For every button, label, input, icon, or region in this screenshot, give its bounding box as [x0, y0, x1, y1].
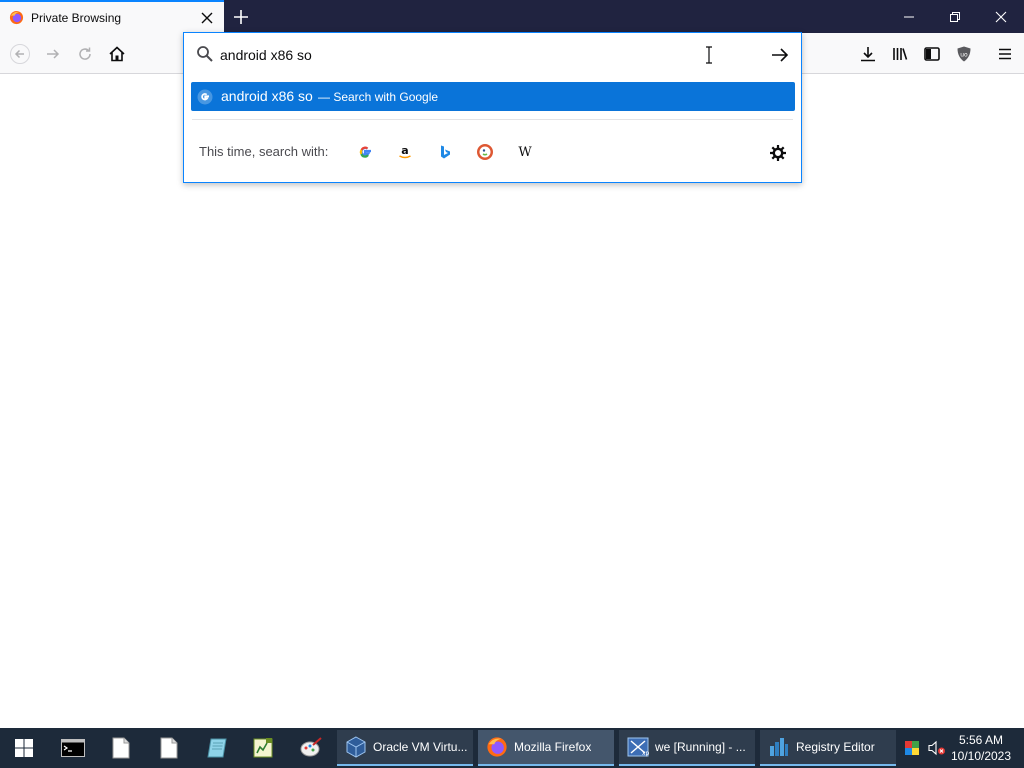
- search-suggestion-row[interactable]: android x86 so — Search with Google: [191, 82, 795, 111]
- minimize-button[interactable]: [886, 0, 932, 33]
- spreadsheet-tool-icon: [253, 738, 273, 758]
- search-settings-button[interactable]: [767, 142, 789, 164]
- restore-icon: [950, 11, 960, 22]
- suggestion-action: — Search with Google: [318, 90, 439, 104]
- taskbar-paint[interactable]: [287, 728, 335, 768]
- engine-duckduckgo-button[interactable]: [475, 142, 495, 162]
- task-label: Mozilla Firefox: [514, 740, 592, 754]
- sidebar-button[interactable]: [917, 39, 947, 69]
- download-icon: [861, 47, 875, 62]
- restore-button[interactable]: [932, 0, 978, 33]
- svg-text:uo: uo: [960, 52, 968, 59]
- clock-date: 10/10/2023: [950, 749, 1012, 763]
- search-with-label: This time, search with:: [199, 144, 329, 159]
- engine-google-button[interactable]: [355, 142, 375, 162]
- firefox-icon: [9, 10, 24, 25]
- close-tab-icon[interactable]: [199, 10, 215, 26]
- minimize-icon: [904, 16, 914, 17]
- google-icon: [359, 146, 371, 158]
- taskbar-tool[interactable]: [239, 728, 287, 768]
- volume-muted-icon: [928, 740, 945, 756]
- back-button[interactable]: [5, 39, 35, 69]
- search-icon: [197, 46, 213, 62]
- system-clock[interactable]: 5:56 AM 10/10/2023: [946, 732, 1016, 764]
- paint-icon: [300, 737, 322, 757]
- taskbar-file-2[interactable]: [145, 728, 193, 768]
- forward-arrow-icon: [47, 49, 60, 59]
- wikipedia-icon: W: [518, 145, 532, 160]
- task-label: Registry Editor: [796, 740, 875, 754]
- task-label: we [Running] - ...: [655, 740, 746, 754]
- new-tab-icon[interactable]: [230, 6, 252, 28]
- go-arrow-icon: [772, 48, 789, 62]
- virtualbox-icon: [346, 736, 366, 758]
- taskbar-task-registry-editor[interactable]: Registry Editor: [760, 730, 896, 766]
- bing-icon: [441, 145, 450, 159]
- urlbar-popup: android x86 so — Search with Google This…: [183, 32, 802, 183]
- suggestion-query: android x86 so: [221, 88, 313, 104]
- duckduckgo-icon: [477, 144, 493, 160]
- go-button[interactable]: [767, 43, 793, 67]
- clock-time: 5:56 AM: [958, 733, 1004, 747]
- home-button[interactable]: [102, 39, 132, 69]
- library-button[interactable]: [885, 39, 915, 69]
- document-icon: [112, 737, 130, 759]
- reload-icon: [79, 47, 91, 60]
- svg-text:a: a: [401, 144, 408, 157]
- registry-editor-icon: [770, 738, 788, 756]
- home-icon: [109, 46, 125, 62]
- library-icon: [893, 48, 908, 60]
- close-icon: [995, 11, 1007, 22]
- google-icon: [197, 89, 213, 105]
- ublock-shield-icon: uo: [957, 46, 971, 62]
- downloads-button[interactable]: [853, 39, 883, 69]
- document-icon: [160, 737, 178, 759]
- forward-button[interactable]: [38, 39, 68, 69]
- taskbar-file-1[interactable]: [97, 728, 145, 768]
- taskbar-cmd[interactable]: [49, 728, 97, 768]
- firefox-icon: [487, 737, 507, 757]
- tray-color-app[interactable]: [899, 728, 925, 768]
- taskbar-task-firefox[interactable]: Mozilla Firefox: [478, 730, 614, 766]
- engine-amazon-button[interactable]: a: [395, 142, 415, 162]
- taskbar-task-vm-running[interactable]: xp we [Running] - ...: [619, 730, 755, 766]
- svg-text:W: W: [518, 145, 532, 160]
- tab-private-browsing[interactable]: Private Browsing: [0, 0, 224, 33]
- divider: [192, 119, 793, 120]
- engine-wikipedia-button[interactable]: W: [515, 142, 535, 162]
- amazon-icon: a: [399, 144, 411, 159]
- color-tray-icon: [905, 741, 919, 755]
- taskbar-task-virtualbox[interactable]: Oracle VM Virtu...: [337, 730, 473, 766]
- windows-logo-icon: [15, 739, 33, 757]
- svg-text:xp: xp: [642, 750, 649, 757]
- vm-running-icon: xp: [627, 737, 649, 757]
- command-prompt-icon: [61, 739, 85, 757]
- taskbar-notepad[interactable]: [193, 728, 241, 768]
- tab-bar: Private Browsing: [0, 0, 1024, 33]
- sidebar-icon: [924, 47, 940, 61]
- back-arrow-icon: [10, 44, 30, 64]
- reload-button[interactable]: [70, 39, 100, 69]
- close-window-button[interactable]: [978, 0, 1024, 33]
- ublock-origin-button[interactable]: uo: [949, 39, 979, 69]
- start-button[interactable]: [0, 728, 48, 768]
- urlbar-input[interactable]: [220, 44, 700, 66]
- gear-icon: [770, 145, 786, 161]
- notepad-icon: [207, 738, 227, 758]
- taskbar: Oracle VM Virtu... Mozilla Firefox xp we…: [0, 728, 1024, 768]
- tab-title: Private Browsing: [31, 11, 122, 25]
- engine-bing-button[interactable]: [435, 142, 455, 162]
- text-cursor-icon: [706, 46, 712, 64]
- task-label: Oracle VM Virtu...: [373, 740, 468, 754]
- hamburger-menu-icon: [999, 48, 1011, 60]
- menu-button[interactable]: [990, 39, 1020, 69]
